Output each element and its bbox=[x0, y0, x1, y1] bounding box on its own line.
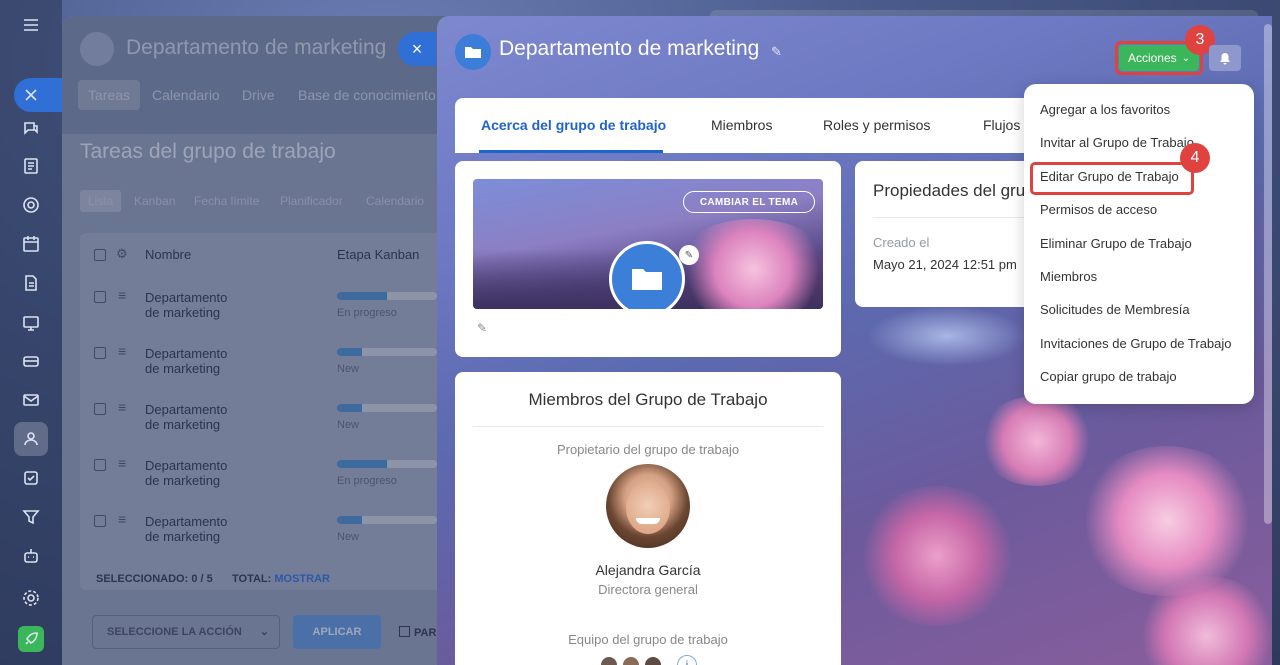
menu-item-invitations[interactable]: Invitaciones de Grupo de Trabajo bbox=[1040, 327, 1232, 360]
group-avatar[interactable] bbox=[609, 241, 685, 309]
edit-cover-icon[interactable]: ✎ bbox=[477, 321, 487, 335]
feed-icon[interactable] bbox=[18, 153, 44, 179]
divider bbox=[873, 217, 1043, 218]
settings-icon[interactable] bbox=[18, 585, 44, 611]
funnel-icon[interactable] bbox=[18, 504, 44, 530]
workgroup-slider: Departamento de marketing ✎ Acciones ⌄ 3 … bbox=[437, 16, 1272, 665]
background-tasks-panel: Departamento de marketing Tareas Calenda… bbox=[62, 16, 472, 665]
team-avatar[interactable] bbox=[643, 655, 663, 665]
folder-icon bbox=[632, 269, 662, 290]
menu-item-requests[interactable]: Solicitudes de Membresía bbox=[1040, 293, 1190, 326]
created-value: Mayo 21, 2024 12:51 pm bbox=[873, 257, 1017, 272]
tasks-icon[interactable] bbox=[18, 465, 44, 491]
owner-role: Directora general bbox=[598, 582, 698, 597]
left-sidebar bbox=[0, 0, 62, 665]
board-icon[interactable] bbox=[18, 310, 44, 336]
members-title: Miembros del Grupo de Trabajo bbox=[528, 390, 768, 409]
step-badge-4: 4 bbox=[1180, 143, 1210, 173]
menu-icon[interactable] bbox=[18, 12, 44, 38]
menu-item-delete[interactable]: Eliminar Grupo de Trabajo bbox=[1040, 227, 1192, 260]
menu-item-favorites[interactable]: Agregar a los favoritos bbox=[1040, 93, 1170, 126]
tab-about[interactable]: Acerca del grupo de trabajo bbox=[479, 98, 668, 153]
tab-flows[interactable]: Flujos bbox=[981, 98, 1022, 153]
change-theme-button[interactable]: CAMBIAR EL TEMA bbox=[683, 191, 815, 213]
target-icon[interactable] bbox=[18, 192, 44, 218]
notification-button[interactable] bbox=[1209, 45, 1241, 71]
storage-icon[interactable] bbox=[18, 348, 44, 374]
flower-decoration bbox=[673, 219, 823, 309]
edit-avatar-icon[interactable]: ✎ bbox=[679, 245, 699, 265]
calendar-icon[interactable] bbox=[18, 231, 44, 257]
folder-icon bbox=[455, 34, 491, 70]
actions-menu: Agregar a los favoritos Invitar al Grupo… bbox=[1024, 84, 1254, 404]
active-tab-underline bbox=[479, 150, 663, 153]
menu-item-permissions[interactable]: Permisos de acceso bbox=[1040, 193, 1157, 226]
menu-item-invite[interactable]: Invitar al Grupo de Trabajo bbox=[1040, 126, 1194, 159]
owner-label: Propietario del grupo de trabajo bbox=[556, 442, 740, 457]
bell-icon bbox=[1220, 52, 1230, 64]
close-slider-button[interactable]: × bbox=[398, 32, 436, 66]
team-label: Equipo del grupo de trabajo bbox=[568, 632, 728, 647]
members-card: Miembros del Grupo de Trabajo Propietari… bbox=[455, 372, 841, 665]
team-avatar[interactable] bbox=[621, 655, 641, 665]
owner-face bbox=[626, 482, 670, 534]
cover-card: CAMBIAR EL TEMA ✎ ✎ bbox=[455, 161, 841, 357]
cover-image: CAMBIAR EL TEMA ✎ bbox=[473, 179, 823, 309]
tab-roles[interactable]: Roles y permisos bbox=[821, 98, 932, 153]
rocket-icon[interactable] bbox=[18, 626, 44, 652]
owner-photo[interactable] bbox=[606, 464, 690, 548]
robot-icon[interactable] bbox=[18, 543, 44, 569]
dim-overlay bbox=[62, 16, 472, 665]
owner-name[interactable]: Alejandra García bbox=[455, 562, 841, 578]
tab-members[interactable]: Miembros bbox=[709, 98, 774, 153]
owner-smile bbox=[636, 518, 660, 524]
edit-highlight bbox=[1030, 162, 1194, 195]
flower-decoration bbox=[1077, 446, 1257, 596]
workgroup-title: Departamento de marketing bbox=[499, 37, 760, 60]
menu-item-copy[interactable]: Copiar grupo de trabajo bbox=[1040, 360, 1177, 393]
chat-icon[interactable] bbox=[18, 115, 44, 141]
edit-title-icon[interactable]: ✎ bbox=[771, 44, 782, 60]
document-icon[interactable] bbox=[18, 270, 44, 296]
mail-icon[interactable] bbox=[18, 387, 44, 413]
workgroup-tabs: Acerca del grupo de trabajo Miembros Rol… bbox=[455, 98, 1055, 153]
info-icon[interactable]: i bbox=[677, 655, 697, 665]
flower-decoration bbox=[977, 396, 1097, 486]
team-avatar[interactable] bbox=[599, 655, 619, 665]
sky-decoration bbox=[867, 306, 1027, 366]
created-label: Creado el bbox=[873, 235, 930, 250]
divider bbox=[473, 426, 823, 427]
groups-icon[interactable] bbox=[18, 426, 44, 452]
scrollbar[interactable] bbox=[1264, 24, 1272, 524]
flower-decoration bbox=[857, 486, 1017, 626]
close-icon[interactable] bbox=[18, 82, 44, 108]
properties-title: Propiedades del gru bbox=[873, 181, 1026, 200]
menu-item-members[interactable]: Miembros bbox=[1040, 260, 1097, 293]
